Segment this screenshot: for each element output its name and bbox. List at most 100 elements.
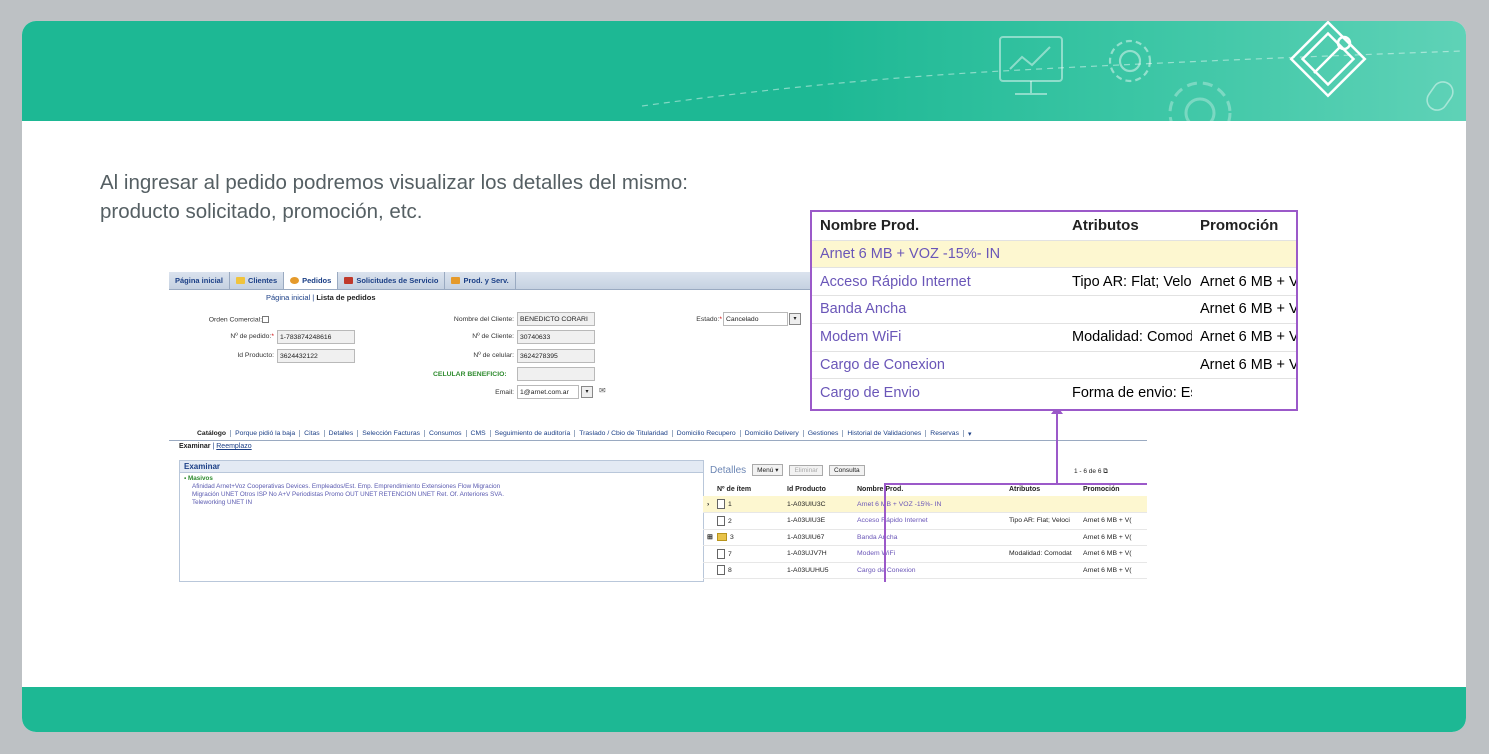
tab-solicitudes[interactable]: Solicitudes de Servicio — [338, 272, 446, 289]
subtab-gestiones[interactable]: Gestiones — [804, 430, 844, 437]
zoom-nombre-cell: Banda Ancha — [812, 295, 1064, 324]
box-icon — [451, 277, 461, 284]
subtab-catalogo[interactable]: Catálogo — [193, 430, 232, 437]
zoom-col-promocion: Promoción — [1200, 217, 1279, 235]
zoom-atributos-cell — [1064, 350, 1192, 379]
zoom-table-row: Acceso Rápido Internet Tipo AR: Flat; Vel… — [812, 267, 1296, 296]
id-producto-cell: 1-A03UUHU5 — [783, 562, 853, 579]
folder-icon — [717, 533, 727, 542]
catalog-links-line[interactable]: Afinidad Arnet+Voz Cooperativas Devices.… — [184, 483, 699, 491]
email-field[interactable]: 1@arnet.com.ar — [517, 385, 579, 399]
celular-field[interactable]: 3624278395 — [517, 349, 595, 363]
tab-clientes[interactable]: Clientes — [230, 272, 285, 289]
subtab-historial[interactable]: Historial de Validaciones — [843, 430, 927, 437]
document-icon — [717, 548, 725, 559]
item-cell[interactable]: 7 — [703, 545, 783, 563]
tab-prod-serv[interactable]: Prod. y Serv. — [445, 272, 516, 289]
estado-select[interactable]: Cancelado — [723, 312, 788, 326]
consulta-button[interactable]: Consulta — [828, 464, 865, 476]
nombre-prod-cell[interactable]: Modem WiFi — [853, 545, 1005, 563]
zoomed-details-table: Nombre Prod. Atributos Promoción Arnet 6… — [810, 210, 1298, 411]
celular-beneficio-field[interactable] — [517, 367, 595, 381]
subtab-detalles[interactable]: Detalles — [325, 430, 359, 437]
subtab-seleccion-facturas[interactable]: Selección Facturas — [358, 430, 426, 437]
subtab-traslado[interactable]: Traslado / Cbio de Titularidad — [575, 430, 673, 437]
examinar-panel: Examinar ▪ Masivos Afinidad Arnet+Voz Co… — [179, 460, 704, 582]
catalog-links-line[interactable]: Migración UNET Otros ISP No A+V Periodis… — [184, 491, 699, 499]
subtab-citas[interactable]: Citas — [300, 430, 325, 437]
estado-label: Estado:* — [696, 316, 722, 323]
document-icon — [717, 565, 725, 576]
nombre-prod-cell[interactable]: Banda Ancha — [853, 529, 1005, 546]
celular-beneficio-label: CELULAR BENEFICIO: — [433, 371, 507, 378]
email-compose-icon[interactable]: ✉ — [599, 386, 606, 395]
zoom-col-nombre: Nombre Prod. — [820, 217, 920, 235]
footer-band — [22, 687, 1466, 732]
row-selector-icon: › — [707, 500, 710, 508]
subtab-cms[interactable]: CMS — [467, 430, 491, 437]
menu-button[interactable]: Menú ▾ — [752, 464, 784, 476]
subnav-reemplazo[interactable]: Reemplazo — [216, 443, 251, 450]
nombre-cliente-field[interactable]: BENEDICTO CORARI — [517, 312, 595, 326]
subtab-domicilio-recupero[interactable]: Domicilio Recupero — [673, 430, 741, 437]
zoom-nombre-cell: Modem WiFi — [812, 322, 1064, 352]
id-producto-field[interactable]: 3624432122 — [277, 349, 355, 363]
nombre-prod-cell[interactable]: Arnet 6 MB + VOZ -15%- IN — [853, 496, 1005, 513]
zoom-atributos-cell: Forma de envio: Est — [1064, 378, 1192, 407]
subtab-porque-baja[interactable]: Porque pidió la baja — [231, 430, 301, 437]
zoom-promocion-cell: Arnet 6 MB + V( — [1192, 322, 1296, 352]
masivos-group[interactable]: ▪ Masivos — [184, 475, 699, 483]
subtab-consumos[interactable]: Consumos — [425, 430, 467, 437]
row-spacer: ⊞ — [707, 534, 713, 542]
nombre-prod-cell[interactable]: Cargo de Envio — [853, 578, 1005, 582]
zoom-promocion-cell — [1192, 239, 1296, 268]
eliminar-button[interactable]: Eliminar — [789, 464, 823, 476]
col-promocion[interactable]: Promoción — [1079, 482, 1147, 496]
table-row[interactable]: 91-A03UU06OCargo de EnvioForma de envio:… — [703, 578, 1147, 582]
item-cell[interactable]: 2 — [703, 512, 783, 530]
item-cell[interactable]: › 1 — [703, 496, 783, 513]
table-row[interactable]: › 1 1-A03UIU3C Arnet 6 MB + VOZ -15%- IN — [703, 496, 1147, 513]
pedido-field[interactable]: 1-783874248616 — [277, 330, 355, 344]
email-dropdown-button[interactable]: ▾ — [581, 386, 593, 398]
table-row[interactable]: 7 1-A03UJV7H Modem WiFi Modalidad: Comodat A… — [703, 545, 1147, 563]
subtab-reservas[interactable]: Reservas — [926, 430, 964, 437]
table-row[interactable]: 8 1-A03UUHU5 Cargo de Conexion Arnet 6 MB +… — [703, 562, 1147, 579]
id-producto-cell: 1-A03UU06O — [783, 578, 853, 582]
item-number: 2 — [728, 517, 732, 525]
tab-pagina-inicial[interactable]: Página inicial — [169, 272, 230, 289]
col-nombre-prod[interactable]: Nombre Prod. — [853, 482, 1005, 496]
col-item[interactable]: Nº de ítem — [703, 482, 783, 496]
zoom-atributos-cell: Modalidad: Comodat — [1064, 322, 1192, 352]
item-cell[interactable]: 9 — [703, 578, 783, 582]
subtab-more-icon[interactable]: ▾ — [964, 430, 975, 438]
orden-comercial-checkbox[interactable] — [262, 316, 269, 323]
document-icon — [717, 515, 725, 526]
col-atributos[interactable]: Atributos — [1005, 482, 1079, 496]
gear-icon — [1108, 39, 1152, 83]
zoom-atributos-cell: Tipo AR: Flat; Veloci — [1064, 267, 1192, 296]
atributos-cell: Forma de envio: Est — [1005, 578, 1079, 582]
item-cell[interactable]: ⊞ 3 — [703, 529, 783, 546]
subtab-seguimiento[interactable]: Seguimiento de auditoría — [491, 430, 576, 437]
pagination-icon[interactable]: ⧉ — [1103, 468, 1108, 475]
nombre-prod-cell[interactable]: Cargo de Conexion — [853, 562, 1005, 579]
breadcrumb-home[interactable]: Página inicial — [266, 293, 310, 302]
nombre-prod-cell[interactable]: Acceso Rápido Internet — [853, 512, 1005, 530]
catalog-links-line[interactable]: Teleworking UNET IN — [184, 499, 699, 507]
zoom-nombre-cell: Cargo de Conexion — [812, 350, 1064, 379]
zoom-atributos-cell — [1064, 295, 1192, 324]
tab-pedidos[interactable]: Pedidos — [284, 272, 339, 289]
orden-comercial-label: Orden Comercial: — [189, 316, 269, 323]
num-cliente-label: Nº de Cliente: — [472, 333, 514, 340]
subtab-domicilio-delivery[interactable]: Domicilio Delivery — [741, 430, 804, 437]
table-row[interactable]: 2 1-A03UIU3E Acceso Rápido Internet Tipo AR… — [703, 512, 1147, 530]
num-cliente-field[interactable]: 30740633 — [517, 330, 595, 344]
item-cell[interactable]: 8 — [703, 562, 783, 579]
detalles-title: Detalles — [710, 464, 747, 476]
table-row[interactable]: ⊞ 3 1-A03UIU67 Banda Ancha Arnet 6 MB + V( — [703, 529, 1147, 546]
estado-dropdown-button[interactable]: ▾ — [789, 313, 801, 325]
atributos-cell — [1005, 562, 1079, 579]
col-id-producto[interactable]: Id Producto — [783, 482, 853, 496]
subnav-examinar[interactable]: Examinar — [179, 443, 211, 450]
